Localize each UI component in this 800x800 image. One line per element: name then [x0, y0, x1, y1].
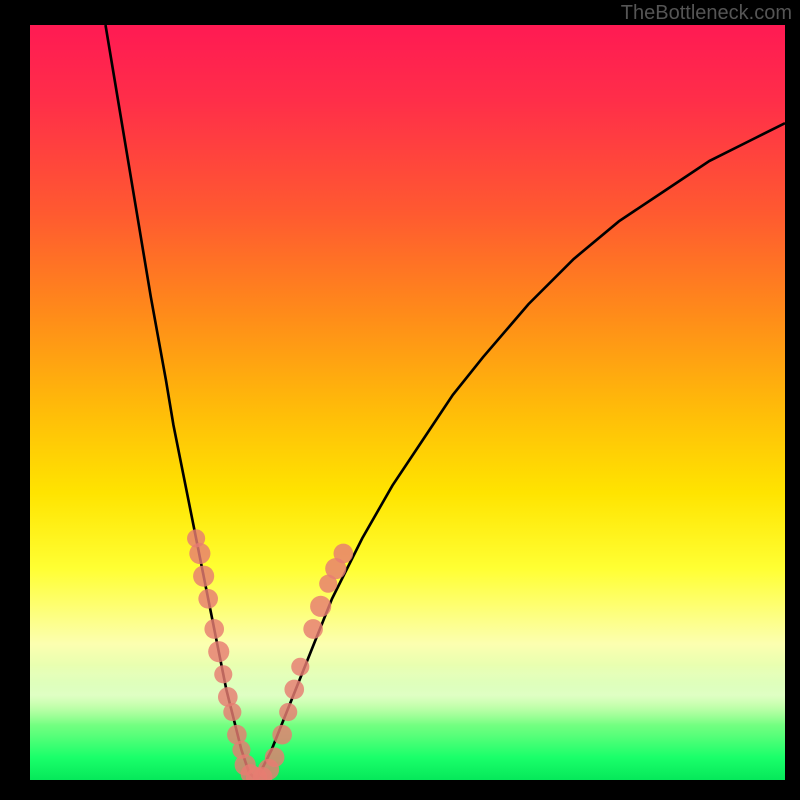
- chart-frame: TheBottleneck.com: [0, 0, 800, 800]
- marker-group: [187, 529, 353, 780]
- data-marker: [303, 619, 323, 639]
- curve-left: [106, 25, 257, 780]
- data-marker: [214, 665, 232, 683]
- data-marker: [187, 529, 205, 547]
- curve-layer: [30, 25, 785, 780]
- data-marker: [310, 596, 331, 617]
- data-marker: [334, 544, 354, 564]
- data-marker: [208, 641, 229, 662]
- watermark: TheBottleneck.com: [621, 2, 792, 25]
- data-marker: [265, 748, 285, 768]
- data-marker: [279, 703, 297, 721]
- data-marker: [272, 725, 292, 745]
- curve-right: [257, 123, 786, 780]
- data-marker: [198, 589, 218, 609]
- data-marker: [291, 658, 309, 676]
- data-marker: [204, 619, 224, 639]
- plot-area: [30, 25, 785, 780]
- data-marker: [193, 566, 214, 587]
- data-marker: [223, 703, 241, 721]
- data-marker: [284, 680, 304, 700]
